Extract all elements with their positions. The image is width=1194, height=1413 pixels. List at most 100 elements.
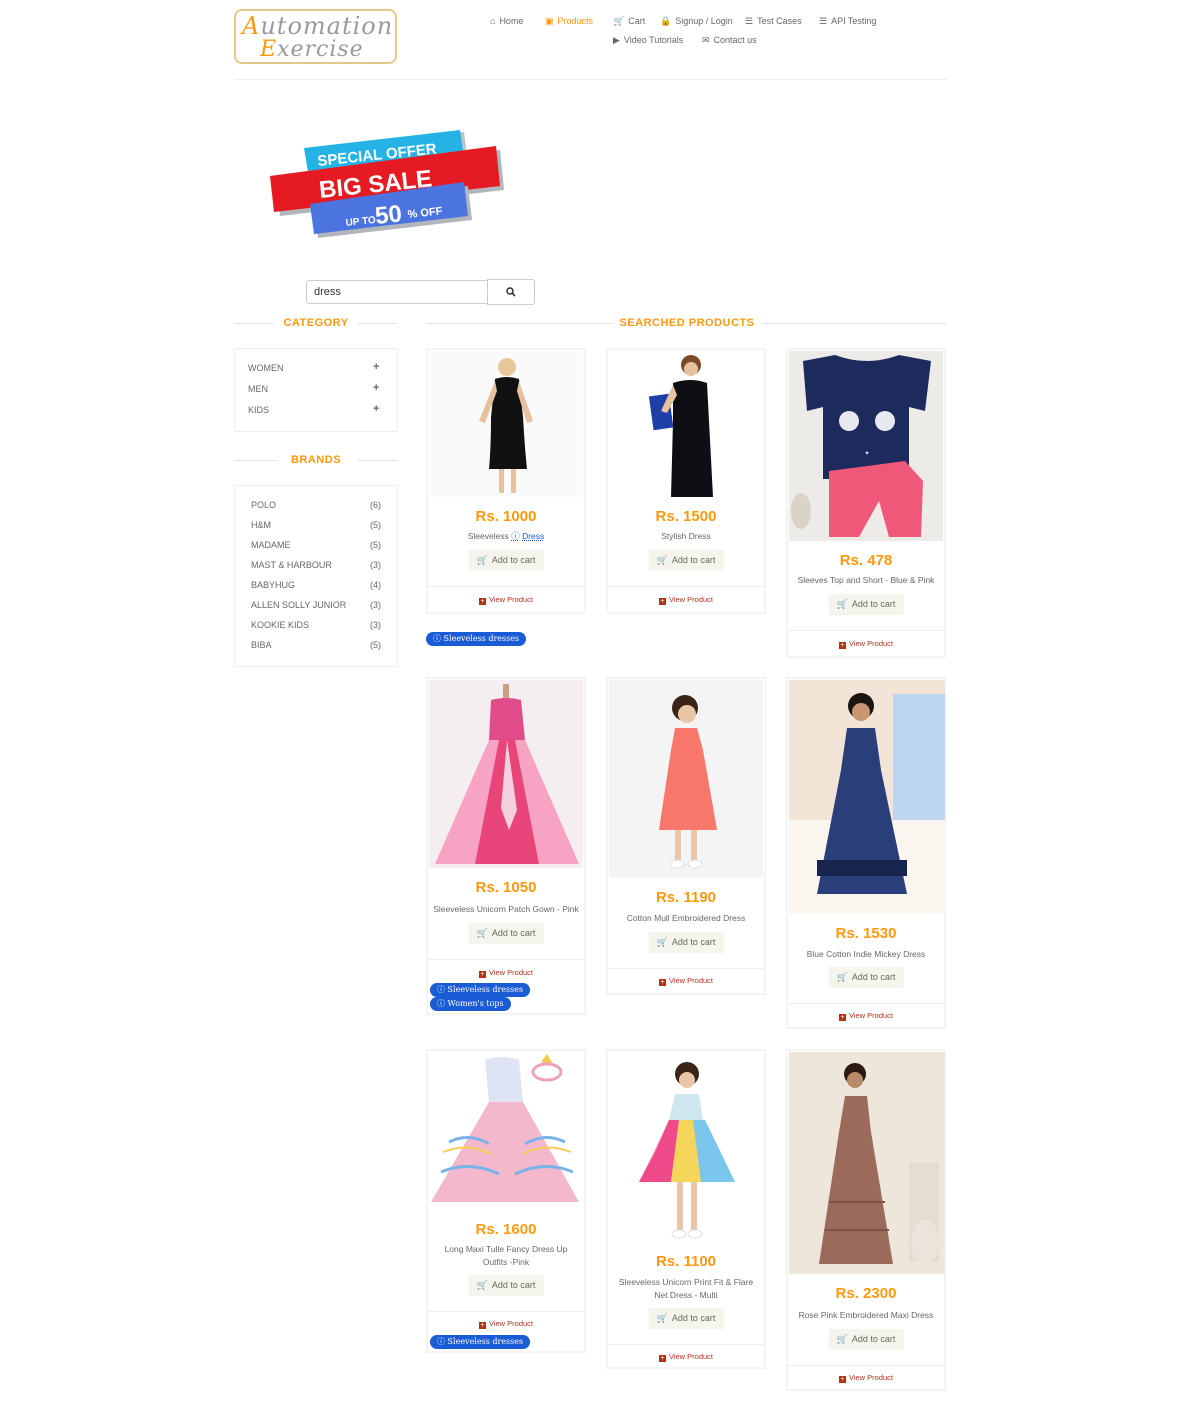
add-to-cart-button[interactable]: 🛒 Add to cart bbox=[648, 550, 724, 571]
product-card: ✦ Rs. 478 Sleeves Top and Short - Blue &… bbox=[786, 348, 946, 658]
brand-kookie-kids[interactable]: KOOKIE KIDS bbox=[251, 620, 309, 630]
product-image bbox=[429, 680, 583, 868]
product-price: Rs. 1190 bbox=[655, 889, 717, 906]
list-icon: ☰ bbox=[819, 16, 828, 26]
nav-api-testing[interactable]: ☰ API Testing bbox=[819, 16, 876, 27]
view-product-link[interactable]: + View Product bbox=[608, 976, 764, 986]
view-product-link[interactable]: + View Product bbox=[608, 595, 764, 605]
product-card: Rs. 1100 Sleeveless Unicorn Print Fit & … bbox=[606, 1049, 766, 1369]
list-icon: ☰ bbox=[745, 16, 754, 26]
add-to-cart-button[interactable]: 🛒 Add to cart bbox=[648, 1308, 724, 1329]
womens-tops-chip[interactable]: ⓘ Women's tops bbox=[430, 997, 511, 1011]
cart-icon: 🛒 bbox=[836, 599, 848, 609]
cart-icon: 🛒 bbox=[836, 1334, 848, 1344]
card-divider bbox=[428, 959, 584, 960]
view-product-link[interactable]: + View Product bbox=[608, 1352, 764, 1362]
product-name: Long Maxi Tulle Fancy Dress Up Outfits -… bbox=[444, 1244, 568, 1267]
search-input[interactable]: dress bbox=[306, 280, 488, 304]
category-kids[interactable]: KIDS bbox=[248, 405, 269, 415]
add-to-cart-button[interactable]: 🛒 Add to cart bbox=[468, 550, 544, 571]
product-card: Rs. 1050 Sleeveless Unicorn Patch Gown -… bbox=[426, 677, 586, 1015]
product-card: Rs. 1000 Sleeveless ⓘ Dress 🛒 Add to cart… bbox=[426, 348, 586, 614]
plus-square-icon: + bbox=[478, 971, 486, 978]
product-price: Rs. 1100 bbox=[655, 1253, 717, 1270]
brand-count: (5) bbox=[370, 640, 381, 650]
brand-count: (5) bbox=[370, 520, 381, 530]
banner-line3b: 50 bbox=[374, 200, 403, 230]
plus-icon[interactable]: + bbox=[373, 361, 379, 373]
brand-madame[interactable]: MADAME bbox=[251, 540, 291, 550]
search-button[interactable] bbox=[487, 279, 535, 305]
add-to-cart-button[interactable]: 🛒 Add to cart bbox=[648, 932, 724, 953]
category-women[interactable]: WOMEN bbox=[248, 363, 284, 373]
brand-babyhug[interactable]: BABYHUG bbox=[251, 580, 295, 590]
nav-home[interactable]: ⌂ Home bbox=[490, 16, 523, 26]
cart-icon: 🛒 bbox=[476, 928, 488, 938]
add-to-cart-button[interactable]: 🛒 Add to cart bbox=[468, 923, 544, 944]
lock-icon: 🔒 bbox=[660, 16, 672, 26]
brand-allen-solly-junior[interactable]: ALLEN SOLLY JUNIOR bbox=[251, 600, 346, 610]
brand-mast-harbour[interactable]: MAST & HARBOUR bbox=[251, 560, 332, 570]
products-title: SEARCHED PRODUCTS bbox=[619, 317, 755, 329]
brand-polo[interactable]: POLO bbox=[251, 500, 276, 510]
view-product-link[interactable]: + View Product bbox=[788, 639, 944, 649]
sleeveless-dresses-chip[interactable]: ⓘ Sleeveless dresses bbox=[430, 983, 531, 997]
view-product-link[interactable]: + View Product bbox=[428, 1319, 584, 1329]
svg-text:✦: ✦ bbox=[864, 450, 869, 457]
product-image bbox=[789, 1052, 945, 1274]
add-to-cart-button[interactable]: 🛒 Add to cart bbox=[828, 594, 904, 615]
product-name: Sleeveless Unicorn Print Fit & Flare Net… bbox=[618, 1277, 754, 1300]
plus-square-icon: + bbox=[838, 1014, 846, 1021]
view-product-link[interactable]: + View Product bbox=[428, 968, 584, 978]
product-image: ✦ bbox=[789, 351, 943, 541]
sleeveless-dresses-chip[interactable]: ⓘ Sleeveless dresses bbox=[426, 632, 527, 646]
youtube-icon: ▶ bbox=[613, 35, 620, 45]
cart-icon: 🛒 bbox=[476, 555, 488, 565]
product-name: Blue Cotton Indie Mickey Dress bbox=[806, 949, 926, 959]
nav-products[interactable]: ▣ Products bbox=[545, 16, 593, 27]
brand-count: (3) bbox=[370, 620, 381, 630]
nav-video-tutorials[interactable]: ▶ Video Tutorials bbox=[613, 35, 683, 46]
product-image bbox=[609, 351, 763, 497]
product-card: Rs. 1500 Stylish Dress 🛒 Add to cart + Vie… bbox=[606, 348, 766, 614]
cart-icon: 🛒 bbox=[836, 972, 848, 982]
nav-test-cases[interactable]: ☰ Test Cases bbox=[745, 16, 802, 27]
nav-cart[interactable]: 🛒 Cart bbox=[613, 16, 645, 27]
plus-square-icon: + bbox=[658, 979, 666, 986]
view-product-link[interactable]: + View Product bbox=[788, 1373, 944, 1383]
products-title-line-left bbox=[426, 323, 612, 324]
plus-icon[interactable]: + bbox=[373, 382, 379, 394]
add-to-cart-button[interactable]: 🛒 Add to cart bbox=[468, 1275, 544, 1296]
logo-text-line2: Exercise bbox=[260, 37, 364, 62]
card-divider bbox=[608, 586, 764, 587]
product-name-link[interactable]: Dress bbox=[522, 531, 544, 541]
product-price: Rs. 1500 bbox=[655, 508, 717, 525]
brands-title-line-right bbox=[357, 460, 398, 461]
add-to-cart-button[interactable]: 🛒 Add to cart bbox=[828, 1329, 904, 1350]
product-image bbox=[429, 1052, 583, 1212]
plus-square-icon: + bbox=[838, 1376, 846, 1383]
view-product-link[interactable]: + View Product bbox=[428, 595, 584, 605]
add-to-cart-button[interactable]: 🛒 Add to cart bbox=[828, 967, 904, 988]
brand-hm[interactable]: H&M bbox=[251, 520, 271, 530]
plus-icon[interactable]: + bbox=[373, 403, 379, 415]
brand-count: (6) bbox=[370, 500, 381, 510]
site-logo[interactable]: Automation Exercise bbox=[234, 9, 397, 64]
brands-panel: POLO (6) H&M (5) MADAME (5) MAST & HARBO… bbox=[234, 485, 398, 667]
home-icon: ⌂ bbox=[490, 16, 496, 26]
info-icon: ⓘ bbox=[511, 531, 520, 541]
search-icon bbox=[506, 287, 516, 297]
product-image bbox=[789, 680, 945, 914]
plus-square-icon: + bbox=[478, 1322, 486, 1329]
products-icon: ▣ bbox=[545, 16, 554, 26]
plus-square-icon: + bbox=[658, 1355, 666, 1362]
view-product-link[interactable]: + View Product bbox=[788, 1011, 944, 1021]
brand-biba[interactable]: BIBA bbox=[251, 640, 272, 650]
sleeveless-dresses-chip[interactable]: ⓘ Sleeveless dresses bbox=[430, 1335, 531, 1349]
category-men[interactable]: MEN bbox=[248, 384, 268, 394]
nav-contact-us[interactable]: ✉ Contact us bbox=[702, 35, 757, 46]
cart-icon: 🛒 bbox=[476, 1280, 488, 1290]
nav-signup-login[interactable]: 🔒 Signup / Login bbox=[660, 16, 733, 27]
cart-icon: 🛒 bbox=[656, 555, 668, 565]
product-card: Rs. 1530 Blue Cotton Indie Mickey Dress … bbox=[786, 677, 946, 1029]
